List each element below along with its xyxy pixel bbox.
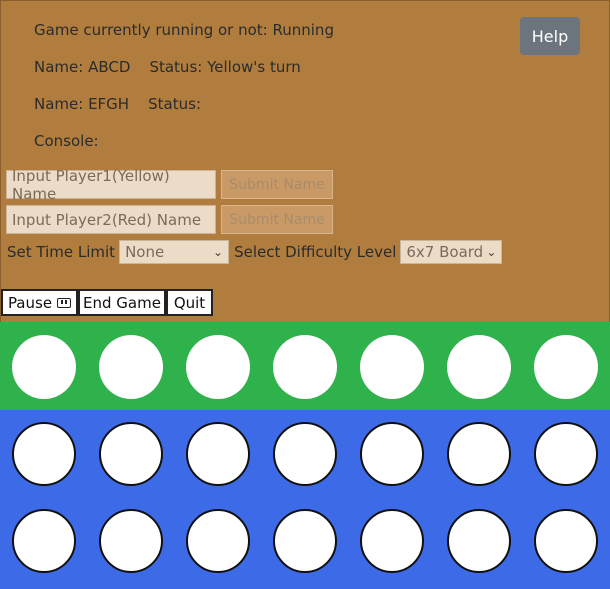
- board-cell-r1-c6: [447, 422, 511, 486]
- difficulty-label: Select Difficulty Level: [234, 243, 397, 261]
- player1-name-input[interactable]: Input Player1(Yellow) Name: [6, 167, 216, 203]
- board-cell-r1-c7: [534, 422, 598, 486]
- game-running-status: Game currently running or not: Running: [34, 21, 334, 39]
- drop-slot-6[interactable]: [447, 335, 511, 399]
- board-cell-r2-c3: [186, 509, 250, 573]
- player1-status: Name: ABCD Status: Yellow's turn: [34, 58, 301, 76]
- pause-button[interactable]: Pause: [1, 289, 78, 316]
- player2-name-input[interactable]: Input Player2(Red) Name: [6, 205, 216, 234]
- board-cell-r1-c1: [12, 422, 76, 486]
- board-cell-r2-c2: [99, 509, 163, 573]
- board-cell-r1-c4: [273, 422, 337, 486]
- game-control-panel: Game currently running or not: Running N…: [0, 0, 610, 323]
- board-cell-r2-c1: [12, 509, 76, 573]
- drop-slot-5[interactable]: [360, 335, 424, 399]
- board-cell-r1-c5: [360, 422, 424, 486]
- help-button[interactable]: Help: [520, 17, 580, 55]
- chevron-down-icon: ⌄: [486, 245, 497, 259]
- drop-slot-7[interactable]: [534, 335, 598, 399]
- pause-icon: [57, 297, 72, 308]
- quit-button[interactable]: Quit: [166, 289, 213, 316]
- pause-label: Pause: [7, 293, 53, 312]
- time-limit-label: Set Time Limit: [7, 243, 116, 261]
- player2-submit-button[interactable]: Submit Name: [221, 205, 333, 234]
- player2-status: Name: EFGH Status:: [34, 95, 202, 113]
- drop-slot-2[interactable]: [99, 335, 163, 399]
- time-limit-value: None: [125, 243, 165, 261]
- board-cell-r2-c6: [447, 509, 511, 573]
- console-label: Console:: [34, 132, 99, 150]
- chevron-down-icon: ⌄: [213, 245, 224, 259]
- board-cell-r1-c2: [99, 422, 163, 486]
- board-cell-r2-c4: [273, 509, 337, 573]
- difficulty-value: 6x7 Board: [406, 243, 484, 261]
- settings-row: Set Time Limit None ⌄ Select Difficulty …: [7, 239, 503, 265]
- board-cell-r2-c7: [534, 509, 598, 573]
- drop-slot-3[interactable]: [186, 335, 250, 399]
- board-cell-r1-c3: [186, 422, 250, 486]
- player1-submit-button[interactable]: Submit Name: [221, 170, 333, 199]
- column-drop-row: [0, 322, 610, 410]
- drop-slot-1[interactable]: [12, 335, 76, 399]
- game-board: [0, 410, 610, 589]
- board-cell-r2-c5: [360, 509, 424, 573]
- time-limit-select[interactable]: None ⌄: [119, 240, 230, 264]
- drop-slot-4[interactable]: [273, 335, 337, 399]
- difficulty-select[interactable]: 6x7 Board ⌄: [400, 240, 503, 264]
- end-game-button[interactable]: End Game: [78, 289, 166, 316]
